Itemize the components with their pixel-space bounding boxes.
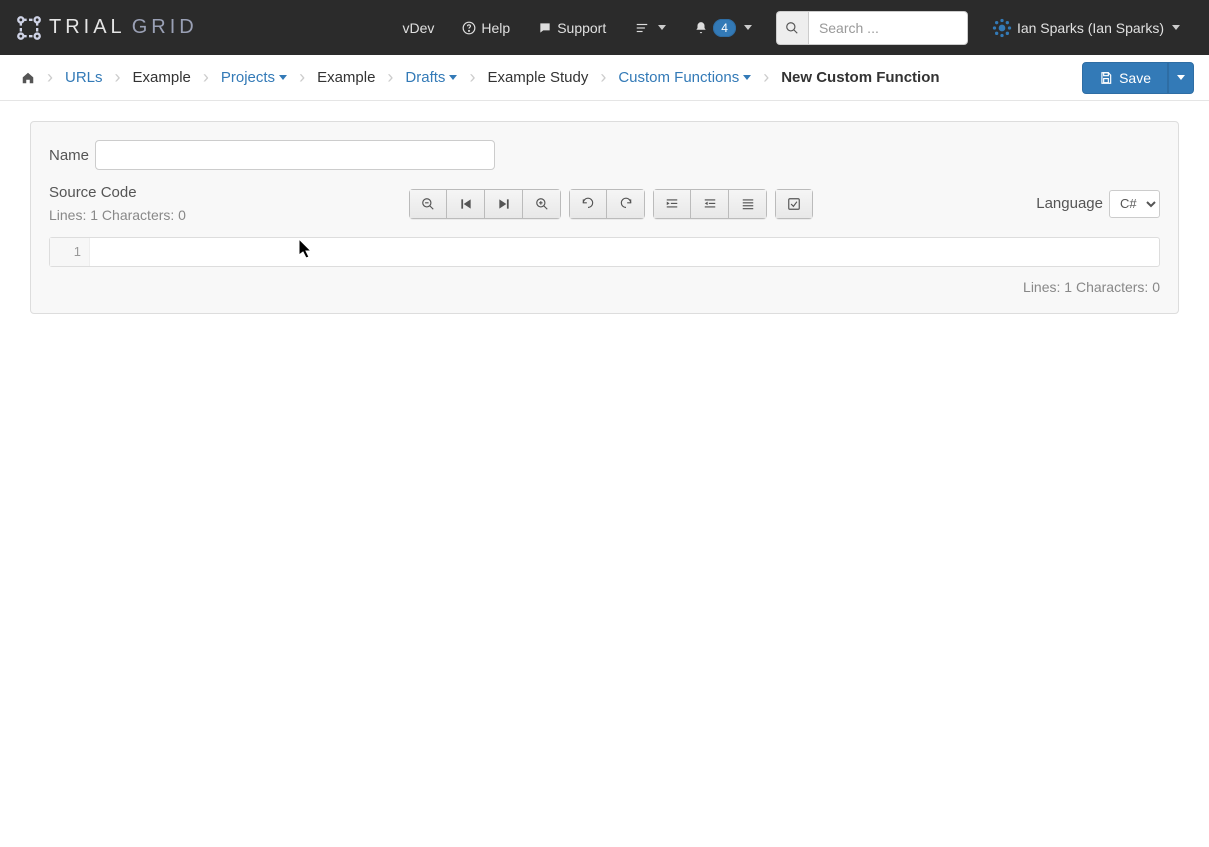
chat-icon [538,21,552,35]
caret-icon [744,25,752,30]
breadcrumb-sep: › [381,67,399,88]
notification-badge: 4 [713,19,736,37]
breadcrumb-custom-functions[interactable]: Custom Functions [612,69,757,86]
logo-icon [15,14,43,42]
list-icon [634,21,650,35]
step-forward-icon [497,197,511,211]
code-area[interactable] [90,238,1159,266]
undo-icon [581,197,595,211]
search-input[interactable] [808,11,968,45]
language-select[interactable]: C# [1109,190,1160,218]
prev-button[interactable] [447,189,485,219]
breadcrumb-cfns-label: Custom Functions [618,69,739,86]
nav-help[interactable]: Help [448,0,524,55]
caret-icon [279,75,287,80]
search-icon [785,21,799,35]
search-button[interactable] [776,11,808,45]
caret-icon [449,75,457,80]
toolbar-group-check [775,189,813,219]
breadcrumb-sep: › [41,67,59,88]
nav-help-label: Help [481,20,510,36]
undo-button[interactable] [569,189,607,219]
caret-icon [1172,25,1180,30]
nav-vdev[interactable]: vDev [389,0,449,55]
breadcrumb-sep: › [594,67,612,88]
toolbar-group-indent [653,189,767,219]
breadcrumb-drafts[interactable]: Drafts [399,69,463,86]
nav-user-menu[interactable]: Ian Sparks (Ian Sparks) [978,0,1194,55]
outdent-button[interactable] [691,189,729,219]
toolbar-group-history [569,189,645,219]
search-group [776,11,968,45]
check-button[interactable] [775,189,813,219]
brand-text-1: TRIAL [49,16,126,39]
breadcrumb-example1[interactable]: Example [127,69,197,86]
zoom-in-button[interactable] [523,189,561,219]
breadcrumb-study[interactable]: Example Study [481,69,594,86]
redo-button[interactable] [607,189,645,219]
breadcrumb-sep: › [293,67,311,88]
nav-support[interactable]: Support [524,0,620,55]
breadcrumb-home[interactable] [15,71,41,85]
name-label: Name [49,147,89,164]
caret-icon [1177,75,1185,80]
line-number: 1 [74,244,81,259]
breadcrumb-sep: › [109,67,127,88]
justify-button[interactable] [729,189,767,219]
save-dropdown-button[interactable] [1168,62,1194,94]
line-gutter: 1 [50,238,90,266]
align-justify-icon [741,197,755,211]
nav-support-label: Support [557,20,606,36]
caret-icon [743,75,751,80]
redo-icon [619,197,633,211]
breadcrumb-sep: › [463,67,481,88]
breadcrumb-drafts-label: Drafts [405,69,445,86]
search-plus-icon [535,197,549,211]
brand-text-2: GRID [132,16,198,39]
indent-icon [665,197,679,211]
next-button[interactable] [485,189,523,219]
language-label: Language [1036,195,1103,212]
zoom-out-button[interactable] [409,189,447,219]
top-navbar: TRIAL GRID vDev Help Support 4 Ian Sparks… [0,0,1209,55]
brand-logo[interactable]: TRIAL GRID [15,14,198,42]
code-editor[interactable]: 1 [49,237,1160,267]
nav-list-dropdown[interactable] [620,0,680,55]
breadcrumb-projects-label: Projects [221,69,275,86]
source-code-label: Source Code [49,184,186,201]
nav-vdev-label: vDev [403,20,435,36]
save-icon [1099,71,1113,85]
breadcrumb-sep: › [197,67,215,88]
caret-icon [658,25,666,30]
lines-count-top: Lines: 1 Characters: 0 [49,207,186,223]
step-back-icon [459,197,473,211]
help-icon [462,21,476,35]
breadcrumb-urls[interactable]: URLs [59,69,109,86]
name-input[interactable] [95,140,495,170]
breadcrumb-sep: › [757,67,775,88]
editor-panel: Name Source Code Lines: 1 Characters: 0 [30,121,1179,314]
home-icon [21,71,35,85]
avatar-icon [992,18,1012,38]
search-minus-icon [421,197,435,211]
breadcrumb-projects[interactable]: Projects [215,69,293,86]
bell-icon [694,21,708,35]
save-button[interactable]: Save [1082,62,1168,94]
lines-count-bottom: Lines: 1 Characters: 0 [49,279,1160,295]
user-name-label: Ian Sparks (Ian Sparks) [1017,20,1164,36]
save-button-group: Save [1082,62,1194,94]
check-square-icon [787,197,801,211]
breadcrumb-current: New Custom Function [775,69,945,86]
nav-notifications[interactable]: 4 [680,0,766,55]
breadcrumb-example2[interactable]: Example [311,69,381,86]
breadcrumb-bar: › URLs › Example › Projects › Example › … [0,55,1209,101]
indent-button[interactable] [653,189,691,219]
toolbar-group-zoom [409,189,561,219]
save-button-label: Save [1119,70,1151,86]
outdent-icon [703,197,717,211]
